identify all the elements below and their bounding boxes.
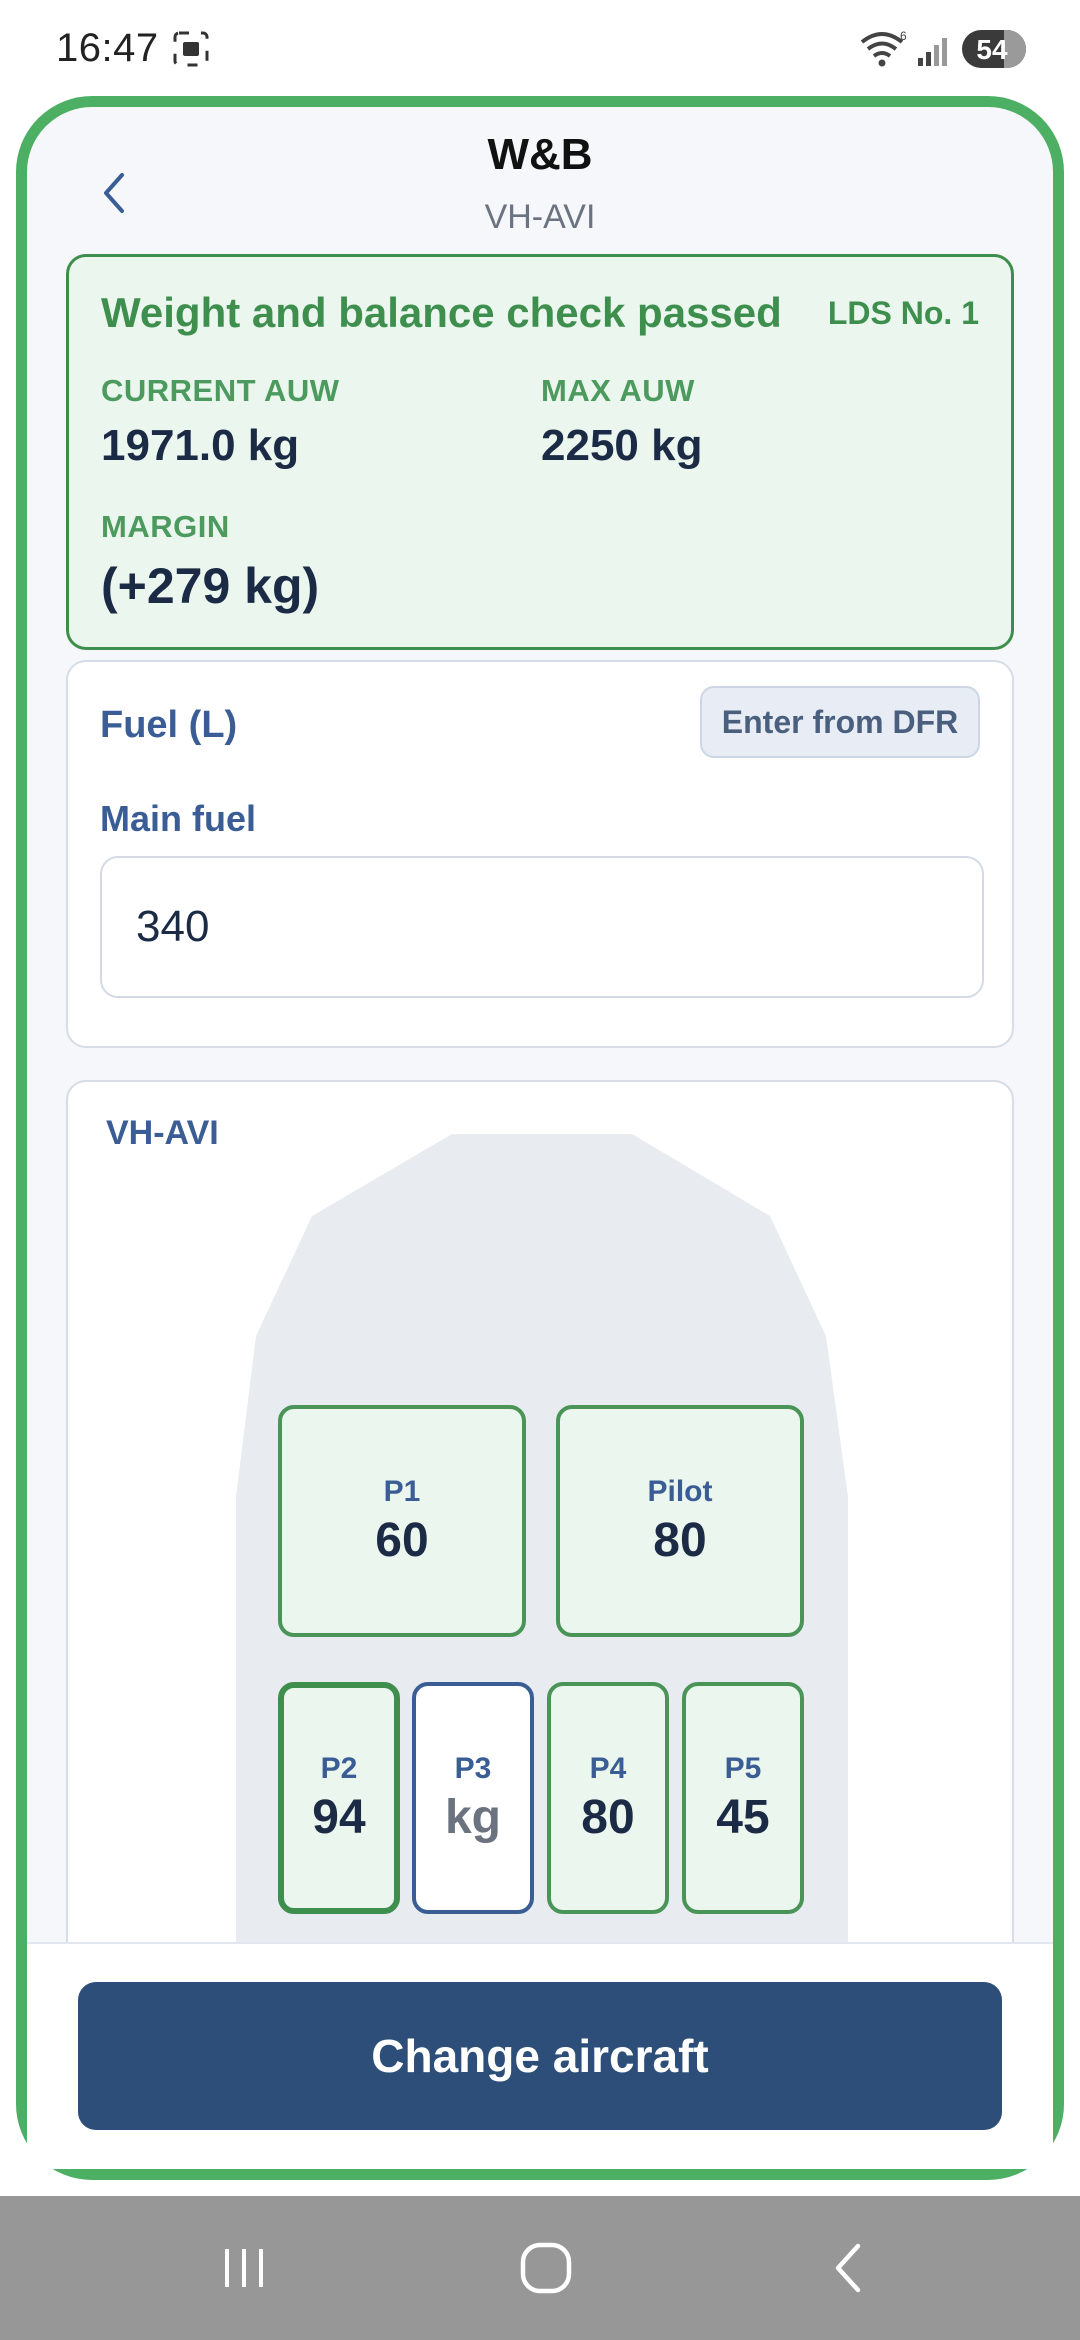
signal-icon xyxy=(918,38,947,66)
aircraft-seat-map-card: VH-AVI P1 60 Pilot 80 P2 94 P3 kg P4 80 … xyxy=(66,1080,1014,1980)
wb-check-card: Weight and balance check passed LDS No. … xyxy=(66,254,1014,650)
home-button[interactable] xyxy=(506,2232,586,2304)
wifi-icon: 6 xyxy=(860,29,907,67)
seat-value: 80 xyxy=(581,1790,635,1844)
seat-p1[interactable]: P1 60 xyxy=(278,1405,526,1637)
seat-value: 94 xyxy=(312,1790,366,1844)
seat-name: Pilot xyxy=(647,1474,713,1508)
seat-value: 60 xyxy=(375,1513,429,1567)
seat-value: kg xyxy=(444,1790,501,1844)
seat-name: P5 xyxy=(724,1751,762,1785)
seat-name: P3 xyxy=(454,1751,492,1785)
seat-name: P1 xyxy=(383,1474,421,1508)
status-bar: 16:47 6 54 xyxy=(0,0,1080,98)
max-auw-value: 2250 kg xyxy=(541,421,703,470)
seat-p4[interactable]: P4 80 xyxy=(547,1682,669,1914)
seat-p2[interactable]: P2 94 xyxy=(278,1682,400,1914)
battery-icon: 54 xyxy=(962,30,1026,68)
max-auw-label: MAX AUW xyxy=(541,373,695,408)
fuselage-outline xyxy=(236,1134,848,1978)
main-fuel-input[interactable]: 340 xyxy=(100,856,984,998)
fuel-title: Fuel (L) xyxy=(100,704,238,746)
home-icon xyxy=(520,2242,572,2294)
main-fuel-label: Main fuel xyxy=(100,798,257,839)
status-time: 16:47 xyxy=(56,26,159,70)
system-nav-bar xyxy=(0,2196,1080,2340)
seat-pilot[interactable]: Pilot 80 xyxy=(556,1405,804,1637)
change-aircraft-button[interactable]: Change aircraft xyxy=(78,1982,1002,2130)
enter-from-dfr-button[interactable]: Enter from DFR xyxy=(700,686,980,758)
svg-text:6: 6 xyxy=(900,29,907,43)
page-title: W&B xyxy=(487,130,593,179)
margin-value: (+279 kg) xyxy=(101,558,320,614)
seat-p3[interactable]: P3 kg xyxy=(412,1682,534,1914)
lds-badge: LDS No. 1 xyxy=(827,295,979,331)
page-subtitle: VH-AVI xyxy=(484,198,596,236)
seat-name: P4 xyxy=(589,1751,627,1785)
battery-level: 54 xyxy=(976,34,1008,65)
seat-value: 80 xyxy=(653,1513,707,1567)
current-auw-label: CURRENT AUW xyxy=(101,373,340,408)
fuel-card: Fuel (L) Enter from DFR Main fuel 340 xyxy=(66,660,1014,1048)
seat-p5[interactable]: P5 45 xyxy=(682,1682,804,1914)
current-auw-value: 1971.0 kg xyxy=(101,421,300,470)
recent-apps-button[interactable] xyxy=(204,2232,284,2304)
aircraft-registration-label: VH-AVI xyxy=(106,1114,219,1152)
back-arrow-icon xyxy=(835,2243,861,2293)
seat-name: P2 xyxy=(320,1751,358,1785)
recent-apps-icon xyxy=(225,2249,263,2287)
margin-label: MARGIN xyxy=(101,509,230,544)
seat-value: 45 xyxy=(716,1790,770,1844)
screenshot-icon xyxy=(173,31,209,67)
check-status-title: Weight and balance check passed xyxy=(101,289,782,336)
back-nav-button[interactable] xyxy=(808,2232,888,2304)
